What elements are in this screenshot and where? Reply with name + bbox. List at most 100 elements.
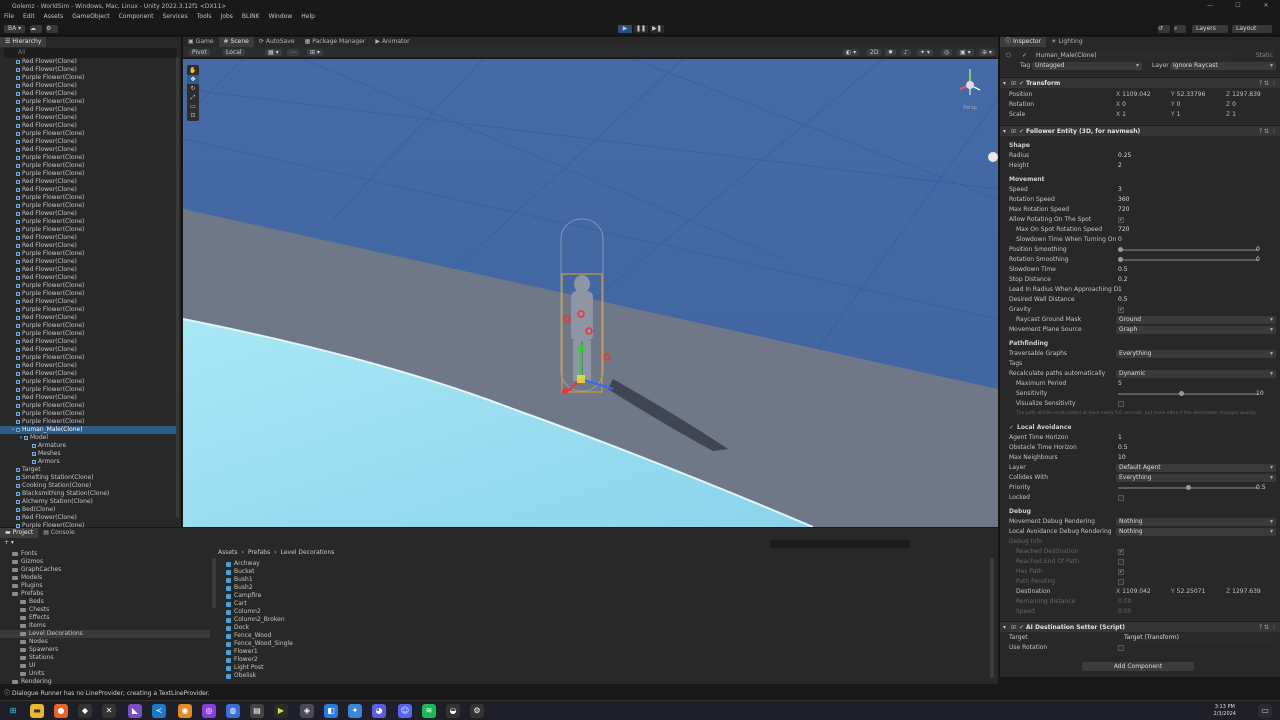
chrome-icon[interactable]: ◍ [226, 704, 240, 718]
asset-item[interactable]: Flower1 [226, 648, 526, 656]
max-rotation-speed-field[interactable]: 720 [1118, 205, 1129, 215]
axis-value[interactable]: 1109.042 [1122, 587, 1177, 597]
hierarchy-search-input[interactable]: All [4, 48, 177, 58]
hierarchy-item[interactable]: Bed(Clone) [0, 506, 176, 514]
slider-handle[interactable] [1118, 257, 1123, 262]
slider-handle[interactable] [1185, 485, 1191, 490]
debug-speed-field[interactable]: 0.00 [1118, 607, 1131, 617]
asset-item[interactable]: Campfire [226, 592, 526, 600]
asset-item[interactable]: Bush2 [226, 584, 526, 592]
hierarchy-item[interactable]: Red Flower(Clone) [0, 394, 176, 402]
menu-item-blink[interactable]: BLINK [242, 12, 260, 22]
app2-icon[interactable]: ◧ [324, 704, 338, 718]
rect-tool-icon[interactable]: ▭ [187, 102, 199, 111]
asset-scrollbar[interactable] [990, 558, 994, 678]
raycast-mask-dropdown[interactable]: Ground [1116, 316, 1276, 324]
hierarchy-item[interactable]: Armature [0, 442, 176, 450]
spotify-icon[interactable]: ≋ [422, 704, 436, 718]
y-value[interactable]: 1 [1177, 110, 1232, 120]
hierarchy-item[interactable]: Red Flower(Clone) [0, 370, 176, 378]
transform-header[interactable]: ▾ ⊞ ✓ Transform ? ⇅ ⋮ [1000, 77, 1280, 88]
snap-increment-icon[interactable]: ⋯ [287, 49, 299, 56]
hierarchy-item[interactable]: Purple Flower(Clone) [0, 98, 176, 106]
hierarchy-item[interactable]: Red Flower(Clone) [0, 242, 176, 250]
object-name-field[interactable]: Human_Male(Clone) [1034, 51, 1234, 61]
rotation-smoothing-slider[interactable] [1118, 257, 1258, 262]
project-folder[interactable]: Plugins [0, 582, 210, 590]
hierarchy-item[interactable]: Smelting Station(Clone) [0, 474, 176, 482]
discord-icon[interactable]: ◕ [372, 704, 386, 718]
collab-icon[interactable]: ⚙ [46, 25, 58, 33]
x-field[interactable]: X 1109.042 [1116, 90, 1171, 100]
hierarchy-item[interactable]: Purple Flower(Clone) [0, 354, 176, 362]
hierarchy-item[interactable]: Purple Flower(Clone) [0, 202, 176, 210]
hierarchy-item[interactable]: Purple Flower(Clone) [0, 250, 176, 258]
hierarchy-item[interactable]: Red Flower(Clone) [0, 258, 176, 266]
tab-console[interactable]: ▤ Console [38, 528, 80, 538]
y-field[interactable]: Y1 [1171, 110, 1226, 120]
menu-item-jobs[interactable]: Jobs [221, 12, 233, 22]
chat-icon[interactable]: ☺ [398, 704, 412, 718]
shading-icon[interactable]: ◐ ▾ [843, 49, 860, 56]
project-folder[interactable]: Items [0, 622, 210, 630]
enabled-checkbox[interactable]: ✓ [1019, 78, 1024, 89]
asset-item[interactable]: Fence_Wood [226, 632, 526, 640]
play-button[interactable]: ▶ [618, 25, 632, 33]
x-field[interactable]: X1 [1116, 110, 1171, 120]
firefox-icon[interactable]: ● [54, 704, 68, 718]
hierarchy-item[interactable]: Red Flower(Clone) [0, 314, 176, 322]
axis-value[interactable]: 1297.639 [1232, 587, 1280, 597]
agent-layer-dropdown[interactable]: Default Agent [1116, 464, 1276, 472]
reached-destination-checkbox[interactable]: ✓ [1118, 549, 1124, 555]
asset-item[interactable]: Bush1 [226, 576, 526, 584]
allow-rotating-checkbox[interactable]: ✓ [1118, 217, 1124, 223]
z-field[interactable]: Z1 [1226, 110, 1280, 120]
foldout-arrow-icon[interactable]: ▾ [1003, 126, 1006, 137]
project-folder[interactable]: Spawners [0, 646, 210, 654]
hierarchy-item[interactable]: Red Flower(Clone) [0, 146, 176, 154]
asset-item[interactable]: Bucket [226, 568, 526, 576]
y-field[interactable]: Y 52.33796 [1171, 90, 1226, 100]
hierarchy-item[interactable]: Purple Flower(Clone) [0, 402, 176, 410]
persp-label[interactable]: Persp [956, 105, 984, 111]
project-folder[interactable]: Stations [0, 654, 210, 662]
slowdown-turning-field[interactable]: 0 [1118, 235, 1122, 245]
hierarchy-item[interactable]: Red Flower(Clone) [0, 178, 176, 186]
unity-editor-icon[interactable]: ◈ [300, 704, 314, 718]
tab-package-manager[interactable]: ▦ Package Manager [300, 37, 371, 47]
hierarchy-item[interactable]: Red Flower(Clone) [0, 210, 176, 218]
move-tool-icon[interactable]: ✥ [187, 75, 199, 84]
agent-time-horizon-field[interactable]: 1 [1118, 433, 1122, 443]
radius-field[interactable]: 0.25 [1118, 151, 1131, 161]
hierarchy-item[interactable]: Red Flower(Clone) [0, 114, 176, 122]
hierarchy-item[interactable]: Meshes [0, 450, 176, 458]
asset-item[interactable]: Obelisk [226, 672, 526, 680]
project-folder[interactable]: Fonts [0, 550, 210, 558]
position-smoothing-slider[interactable] [1118, 247, 1258, 252]
z-value[interactable]: 1297.839 [1232, 90, 1280, 100]
menu-item-file[interactable]: File [4, 12, 14, 22]
hierarchy-item[interactable]: Purple Flower(Clone) [0, 226, 176, 234]
breadcrumb-item[interactable]: Prefabs [248, 549, 270, 556]
menu-item-assets[interactable]: Assets [44, 12, 64, 22]
app3-icon[interactable]: ✦ [348, 704, 362, 718]
obstacle-time-horizon-field[interactable]: 0.5 [1118, 443, 1128, 453]
step-button[interactable]: ▶❚ [650, 25, 664, 33]
scale-tool-icon[interactable]: ⤢ [187, 93, 199, 102]
grid-snap-icon[interactable]: ▦ ▾ [265, 49, 282, 56]
menu-item-help[interactable]: Help [301, 12, 315, 22]
tab-animator[interactable]: ▶ Animator [370, 37, 414, 47]
camera-icon[interactable]: ▣ ▾ [957, 49, 974, 56]
scene-viewport[interactable]: ✋ ✥ ↻ ⤢ ▭ ⊡ Persp [183, 59, 998, 527]
static-toggle[interactable]: Static [1256, 51, 1273, 61]
traversable-graphs-dropdown[interactable]: Everything [1116, 350, 1276, 358]
hierarchy-item[interactable]: Purple Flower(Clone) [0, 282, 176, 290]
hierarchy-item[interactable]: Purple Flower(Clone) [0, 418, 176, 426]
max-neighbours-field[interactable]: 10 [1118, 453, 1126, 463]
transform-tool-icon[interactable]: ⊡ [187, 111, 199, 120]
hierarchy-item[interactable]: Alchemy Station(Clone) [0, 498, 176, 506]
tab-lighting[interactable]: ☀ Lighting [1046, 37, 1088, 47]
tab-scene[interactable]: # Scene [218, 37, 254, 47]
destination-setter-header[interactable]: ▾ ⊞ ✓ AI Destination Setter (Script) ? ⇅ ⋮ [1000, 621, 1280, 632]
movement-debug-dropdown[interactable]: Nothing [1116, 518, 1276, 526]
